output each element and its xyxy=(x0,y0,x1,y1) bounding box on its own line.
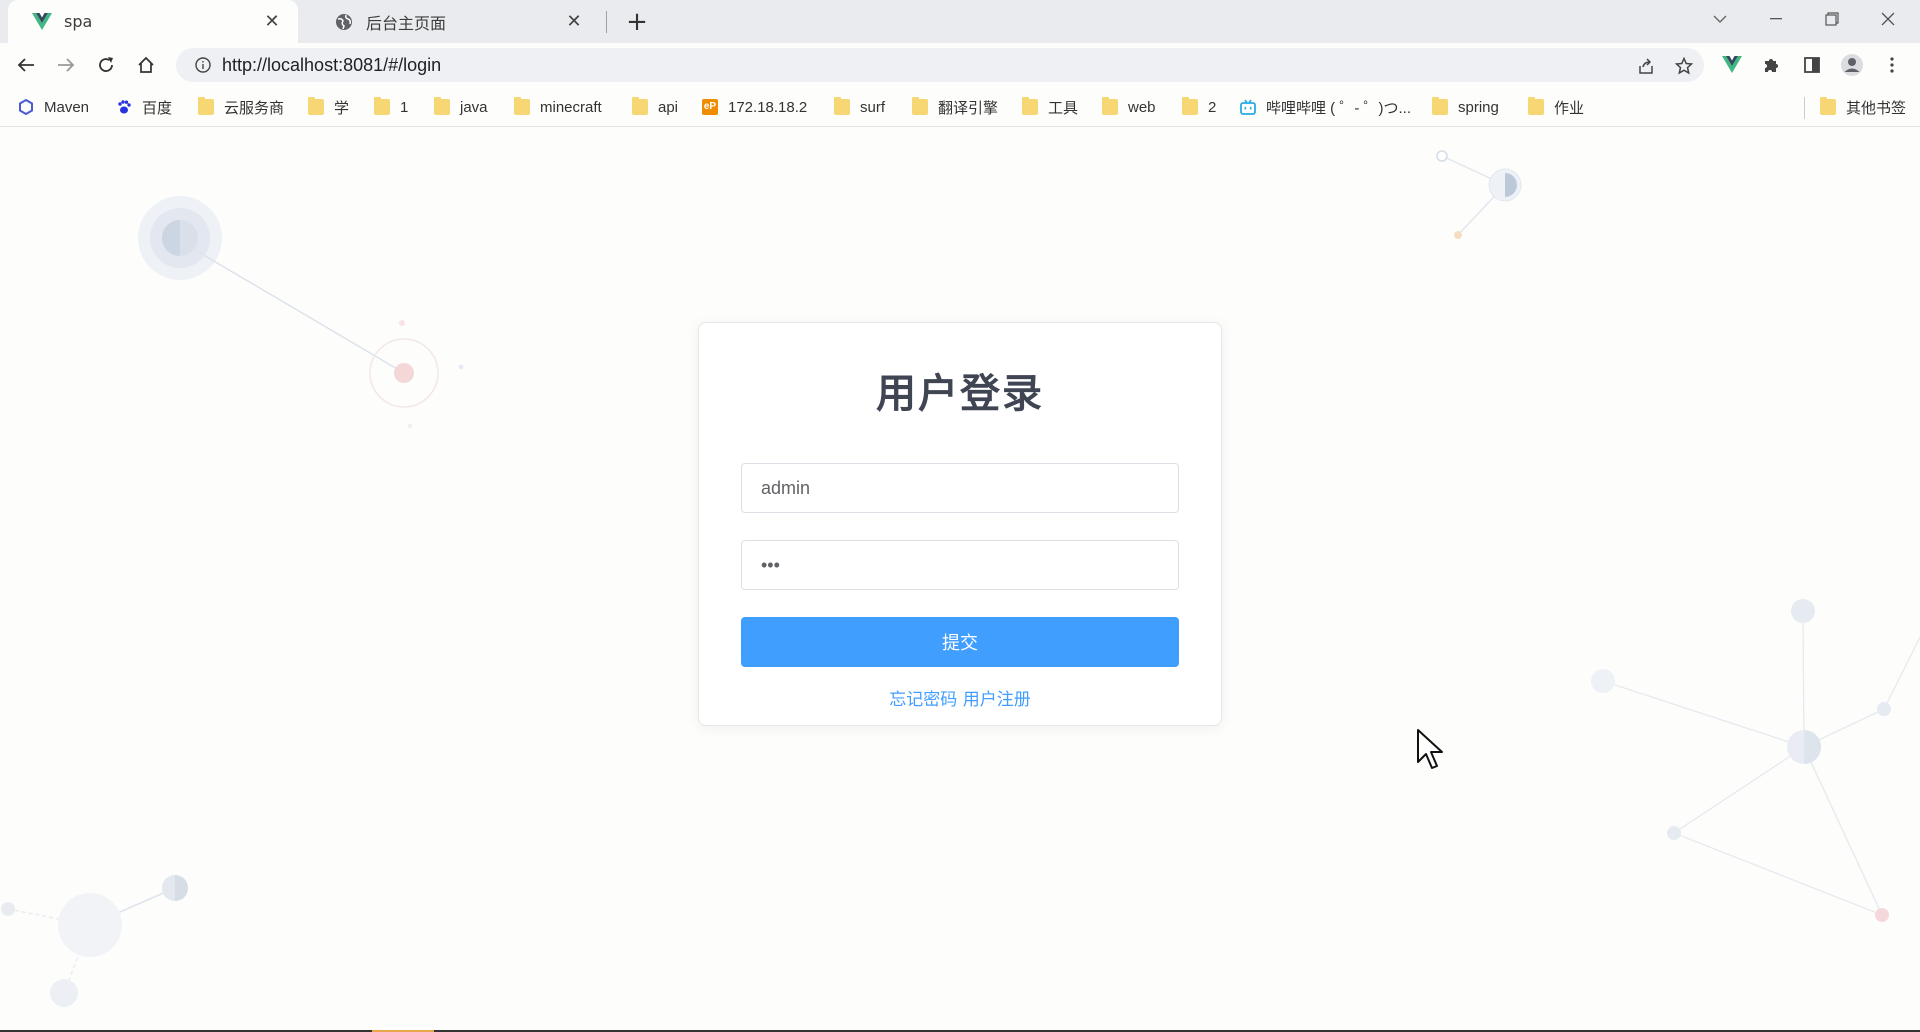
folder-icon xyxy=(632,97,648,115)
bookmark-folder-minecraft[interactable]: minecraft xyxy=(514,95,602,119)
bookmark-label: surf xyxy=(860,98,886,116)
tab-search-chevron-icon[interactable] xyxy=(1692,0,1748,38)
bookmark-other-folder[interactable]: 其他书签 xyxy=(1820,95,1906,119)
bookmark-label: 百度 xyxy=(142,99,173,117)
profile-avatar-icon[interactable] xyxy=(1836,49,1868,81)
page-title: 用户登录 xyxy=(876,371,1044,417)
folder-icon xyxy=(912,97,928,115)
folder-icon xyxy=(374,97,390,115)
extensions-puzzle-icon[interactable] xyxy=(1756,49,1788,81)
folder-icon xyxy=(834,97,850,115)
bookmark-label: Maven xyxy=(44,98,90,116)
auth-links: 忘记密码 用户注册 xyxy=(699,685,1221,710)
folder-icon xyxy=(1102,97,1118,115)
bookmark-label: 学 xyxy=(334,99,350,117)
globe-icon xyxy=(334,12,354,32)
minimize-button[interactable] xyxy=(1748,0,1804,38)
folder-icon xyxy=(514,97,530,115)
register-link[interactable]: 用户注册 xyxy=(963,690,1031,710)
close-tab-icon[interactable]: ✕ xyxy=(260,10,284,34)
share-icon[interactable] xyxy=(1632,52,1660,80)
back-button[interactable] xyxy=(10,49,42,81)
bookmark-folder-cloud[interactable]: 云服务商 xyxy=(198,95,284,119)
username-input[interactable] xyxy=(741,463,1179,513)
bookmark-folder-homework[interactable]: 作业 xyxy=(1528,95,1584,119)
submit-button[interactable]: 提交 xyxy=(741,617,1179,667)
folder-icon xyxy=(434,97,450,115)
browser-toolbar: http://localhost:8081/#/login xyxy=(0,43,1920,87)
bookmark-maven[interactable]: Maven xyxy=(18,95,89,119)
bookmark-folder-1[interactable]: 1 xyxy=(374,95,408,119)
bookmark-baidu[interactable]: 百度 xyxy=(116,95,172,119)
bookmark-bilibili[interactable]: 哔哩哔哩 ( ゜- ゜)つ... xyxy=(1240,95,1411,119)
login-page: 用户登录 提交 忘记密码 用户注册 xyxy=(0,127,1920,1032)
address-bar[interactable]: http://localhost:8081/#/login xyxy=(176,48,1704,82)
bookmark-label: java xyxy=(460,98,488,116)
bookmark-label: 翻译引擎 xyxy=(938,99,999,117)
bookmark-label: 2 xyxy=(1208,98,1217,116)
bookmark-folder-api[interactable]: api xyxy=(632,95,678,119)
folder-icon xyxy=(1182,97,1198,115)
bookmark-ep-172[interactable]: eP 172.18.18.2 xyxy=(702,95,807,119)
baidu-paw-icon xyxy=(116,99,132,115)
folder-icon xyxy=(198,97,214,115)
ep-icon: eP xyxy=(702,99,718,115)
bookmark-folder-xue[interactable]: 学 xyxy=(308,95,349,119)
side-panel-icon[interactable] xyxy=(1796,49,1828,81)
bookmark-label: 云服务商 xyxy=(224,99,285,117)
tab-divider xyxy=(606,11,607,33)
folder-icon xyxy=(1528,97,1544,115)
vue-devtools-extension-icon[interactable] xyxy=(1716,49,1748,81)
bookmark-folder-web[interactable]: web xyxy=(1102,95,1156,119)
reload-button[interactable] xyxy=(90,49,122,81)
browser-menu-icon[interactable] xyxy=(1876,49,1908,81)
bookmark-folder-spring[interactable]: spring xyxy=(1432,95,1499,119)
new-tab-button[interactable]: + xyxy=(622,7,652,37)
vue-logo-icon xyxy=(32,12,52,32)
bookmark-label: 其他书签 xyxy=(1846,99,1907,117)
folder-icon xyxy=(1820,97,1836,115)
login-card: 用户登录 提交 忘记密码 用户注册 xyxy=(698,322,1222,726)
home-button[interactable] xyxy=(130,49,162,81)
bookmark-label: 工具 xyxy=(1048,99,1079,117)
bilibili-icon xyxy=(1240,99,1256,115)
bookmark-folder-translate[interactable]: 翻译引擎 xyxy=(912,95,998,119)
bookmark-star-icon[interactable] xyxy=(1670,52,1698,80)
close-window-button[interactable] xyxy=(1860,0,1916,38)
maven-icon xyxy=(18,98,34,116)
bookmark-folder-2[interactable]: 2 xyxy=(1182,95,1216,119)
folder-icon xyxy=(308,97,324,115)
bookmark-label: 哔哩哔哩 ( ゜- ゜)つ... xyxy=(1266,99,1411,117)
bookmark-folder-surf[interactable]: surf xyxy=(834,95,885,119)
bookmark-label: api xyxy=(658,98,679,116)
browser-tab-bar: spa ✕ 后台主页面 ✕ + xyxy=(0,0,1920,43)
tab-admin-home[interactable]: 后台主页面 ✕ xyxy=(310,0,600,43)
site-info-icon[interactable] xyxy=(186,48,220,82)
restore-button[interactable] xyxy=(1804,0,1860,38)
bookmark-folder-tools[interactable]: 工具 xyxy=(1022,95,1078,119)
bookmarks-bar: Maven 百度 云服务商 学 1 java minecraft api eP … xyxy=(0,87,1920,127)
bookmark-label: 作业 xyxy=(1554,99,1585,117)
tab-title: 后台主页面 xyxy=(366,13,447,33)
tab-title: spa xyxy=(64,12,93,31)
mouse-cursor-icon xyxy=(1417,729,1443,769)
bookmark-label: 1 xyxy=(400,98,409,116)
bookmark-label: minecraft xyxy=(540,98,602,116)
bookmark-label: 172.18.18.2 xyxy=(728,98,808,116)
url-text: http://localhost:8081/#/login xyxy=(222,54,442,75)
password-input[interactable] xyxy=(741,540,1179,590)
bookmark-folder-java[interactable]: java xyxy=(434,95,488,119)
forward-button[interactable] xyxy=(50,49,82,81)
folder-icon xyxy=(1022,97,1038,115)
bookmark-label: web xyxy=(1128,98,1156,116)
forgot-password-link[interactable]: 忘记密码 xyxy=(889,690,957,710)
folder-icon xyxy=(1432,97,1448,115)
bookmarks-divider xyxy=(1804,97,1805,119)
tab-spa[interactable]: spa ✕ xyxy=(8,0,298,43)
bookmark-label: spring xyxy=(1458,98,1499,116)
close-tab-icon[interactable]: ✕ xyxy=(562,10,586,34)
